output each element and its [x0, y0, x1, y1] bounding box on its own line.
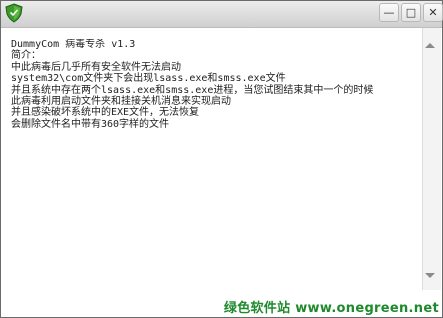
arrow-down-icon[interactable] — [425, 273, 435, 278]
content-line: 会删除文件名中带有360字样的文件 — [11, 118, 170, 130]
vertical-scrollbar[interactable] — [422, 28, 441, 290]
minimize-button[interactable]: — — [379, 3, 399, 22]
content-line: 中此病毒后几乎所有安全软件无法启动 — [11, 61, 181, 73]
arrow-up-icon[interactable] — [425, 43, 435, 48]
content-line: 简介： — [11, 50, 41, 62]
maximize-button[interactable]: □ — [401, 3, 421, 22]
close-button[interactable]: ✕ — [423, 3, 443, 22]
shield-icon — [4, 3, 24, 23]
title-bar[interactable]: — □ ✕ — [1, 1, 443, 28]
content-line: system32\com文件夹下会出现lsass.exe和smss.exe文件 — [11, 73, 286, 85]
content-line: 此病毒利用启动文件夹和挂接关机消息来实现启动 — [11, 95, 231, 107]
info-text-area[interactable]: DummyCom 病毒专杀 v1.3 简介： 中此病毒后几乎所有安全软件无法启动… — [11, 39, 431, 291]
watermark-text: 绿色软件站 www.onegreen.net — [223, 301, 439, 316]
content-line: DummyCom 病毒专杀 v1.3 — [11, 39, 136, 50]
content-line: 并且感染破坏系统中的EXE文件，无法恢复 — [11, 107, 200, 119]
app-window: — □ ✕ DummyCom 病毒专杀 v1.3 简介： 中此病毒后几乎所有安全… — [0, 0, 443, 318]
content-line: 并且系统中存在两个lsass.exe和smss.exe进程，当您试图结束其中一个… — [11, 84, 374, 96]
